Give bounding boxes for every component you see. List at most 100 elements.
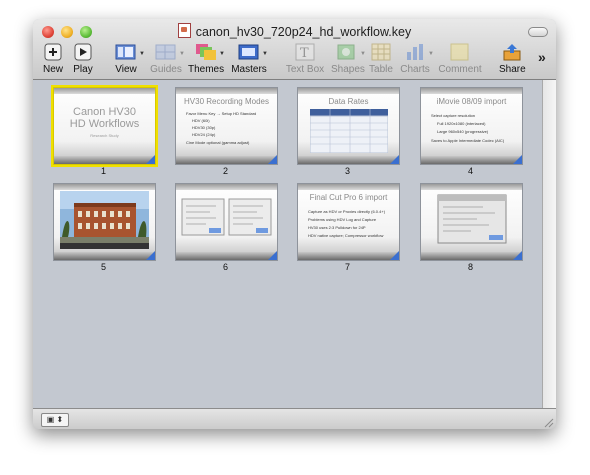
slide-corner-mark [268,155,277,164]
slide-thumbnail-3[interactable]: Data Rates [297,87,400,165]
svg-text:T: T [300,46,309,61]
vertical-scrollbar[interactable] [542,80,556,408]
slide-thumbnail-2[interactable]: HV30 Recording Modes Favor Menu Key → Se… [175,87,278,165]
play-icon [72,43,94,61]
table-icon [370,43,392,61]
dialog-screenshot-image [437,194,507,244]
slide-top-strip [421,184,522,190]
slide-thumbnail-6[interactable] [175,183,278,261]
slide-top-strip [421,88,522,94]
plus-icon [42,43,64,61]
slide-7-title: Final Cut Pro 6 import [309,193,388,202]
slide-corner-mark [268,251,277,260]
slide-number-8: 8 [467,262,473,272]
window-title-text: canon_hv30_720p24_hd_workflow.key [195,25,412,39]
slide-bottom-strip [298,252,399,260]
slide-sorter-area: Canon HV30 HD Workflows Research Study 1… [33,80,542,408]
slide-1-subtitle: Research Study [90,133,119,138]
view-icon: ▼ [115,43,145,61]
slide-bottom-strip [421,156,522,164]
slide-number-5: 5 [100,262,106,272]
table-button[interactable]: Table [368,43,394,75]
share-label: Share [499,64,526,75]
slide-thumbnail-5[interactable] [53,183,156,261]
slide-7-bullet: Capture as HDV or Proxies directly (6.0.… [308,209,386,214]
slide-thumbnail-1[interactable]: Canon HV30 HD Workflows Research Study [51,85,158,167]
slide-bottom-strip [176,252,277,260]
new-button[interactable]: New [41,43,65,75]
view-button[interactable]: ▼ View [113,43,145,75]
slide-corner-mark [146,251,155,260]
charts-label: Charts [400,64,430,75]
slide-corner-mark [146,155,155,164]
shapes-icon: ▼ [336,43,366,61]
slide-thumbnail-8[interactable] [420,183,523,261]
slide-7-bullet: HDV native capture; Compressor workflow [308,233,384,238]
slide-bottom-strip [421,252,522,260]
window-title: canon_hv30_720p24_hd_workflow.key [33,23,556,39]
slide-bottom-strip [54,156,155,164]
slide-bottom-strip [298,156,399,164]
slide-number-2: 2 [222,166,228,176]
dialog-screenshots-image [181,198,272,236]
text-box-icon: T [294,43,316,61]
themes-icon: ▼ [195,43,225,61]
slide-2-bullet: HDV30 (30p) [192,125,216,130]
slide-corner-mark [390,251,399,260]
slide-7-bullet: HV30 uses 2:3 Pulldown for 24P [308,225,366,230]
share-button[interactable]: Share [499,43,526,75]
slide-7-bullet: Problems using HDV Log and Capture [308,217,377,222]
keynote-window: canon_hv30_720p24_hd_workflow.key New Pl… [33,19,556,429]
keynote-document-icon [177,23,191,38]
new-label: New [42,64,63,75]
resize-grip-icon[interactable] [543,417,554,428]
slide-2-title: HV30 Recording Modes [184,97,269,106]
table-label: Table [369,64,393,75]
toolbar-overflow-button[interactable]: » [538,49,546,65]
charts-icon: ▼ [404,43,434,61]
bottom-bar: ▣ ⬍ [33,408,556,429]
comment-label: Comment [438,64,482,75]
title-bar: canon_hv30_720p24_hd_workflow.key New Pl… [33,19,556,80]
comment-icon [449,43,471,61]
slide-top-strip [54,88,155,94]
text-box-label: Text Box [285,64,325,75]
shapes-label: Shapes [331,64,365,75]
slide-4-bullet: Saves to Apple Intermediate Codec (AIC) [431,138,505,143]
slide-top-strip [54,184,155,190]
comment-button[interactable]: Comment [438,43,482,75]
slide-3-title: Data Rates [328,97,369,106]
view-label: View [115,64,137,75]
slide-4-title: iMovie 08/09 import [436,97,507,106]
slide-number-7: 7 [344,262,350,272]
slide-2-bullet: Cine Mode optional (gamma adjust) [186,140,250,145]
slide-size-stepper[interactable]: ▣ ⬍ [41,413,69,427]
slide-corner-mark [390,155,399,164]
slide-2-bullet: HDV24 (24p) [192,132,216,137]
themes-label: Themes [188,64,225,75]
charts-button[interactable]: ▼ Charts [400,43,434,75]
shapes-button[interactable]: ▼ Shapes [331,43,366,75]
slide-bottom-strip [54,252,155,260]
slide-2-bullet: Favor Menu Key → Setup HD Standard [186,111,257,116]
masters-label: Masters [231,64,267,75]
slide-4-bullet: Large 960x540 (progressive) [437,129,489,134]
slide-bottom-strip [176,156,277,164]
slide-thumbnail-7[interactable]: Final Cut Pro 6 import Capture as HDV or… [297,183,400,261]
slide-top-strip [298,88,399,94]
themes-button[interactable]: ▼ Themes [188,43,225,75]
slide-corner-mark [513,251,522,260]
masters-button[interactable]: ▼ Masters [231,43,268,75]
masters-icon: ▼ [238,43,268,61]
slide-2-bullet: HDV (60i) [192,118,210,123]
slide-top-strip [176,88,277,94]
building-photo-image [60,191,149,249]
slide-4-bullet: Select capture resolution [431,113,476,118]
slide-4-bullet: Full 1920x1080 (interlaced) [437,121,486,126]
text-box-button[interactable]: T Text Box [285,43,325,75]
slide-thumbnail-4[interactable]: iMovie 08/09 import Select capture resol… [420,87,523,165]
play-button[interactable]: Play [71,43,95,75]
slide-top-strip [298,184,399,190]
guides-button[interactable]: ▼ Guides [150,43,185,75]
data-rate-table-graphic [310,109,388,153]
